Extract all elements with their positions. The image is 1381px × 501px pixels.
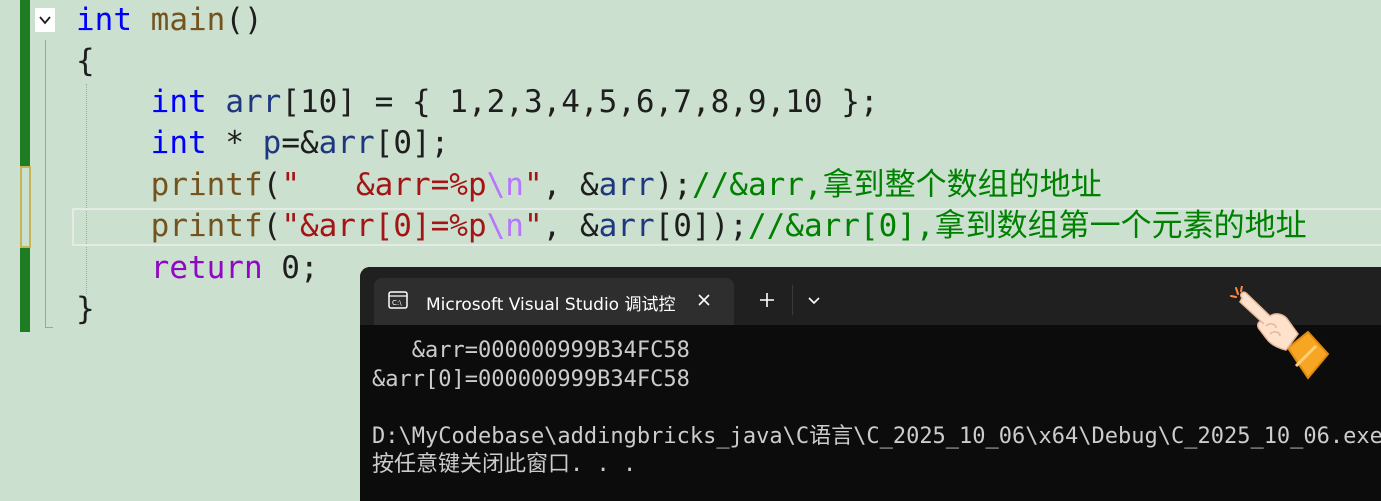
code-token: [0]; [374,125,450,161]
code-line[interactable]: int main() [76,0,263,41]
code-token: "&arr[0]=%p [281,208,487,244]
code-line[interactable]: int arr[10] = { 1,2,3,4,5,6,7,8,9,10 }; [76,82,879,123]
close-icon[interactable] [692,288,716,312]
fold-guide [45,40,46,328]
code-token: () [225,2,263,38]
change-bar-saved-lower [20,248,30,332]
tab-title: Microsoft Visual Studio 调试控 [426,295,676,315]
change-bar-unsaved [20,166,31,248]
chevron-down-icon[interactable] [801,287,827,313]
code-token: , & [542,208,599,244]
output-line: 按任意键关闭此窗口. . . [372,452,637,477]
code-token: arr [598,167,655,203]
debug-console-window[interactable]: C:\ Microsoft Visual Studio 调试控 &arr=000… [360,267,1381,501]
code-line[interactable]: int * p=&arr[0]; [76,123,450,164]
code-token: } [76,291,95,327]
code-token: [0]); [654,208,748,244]
code-token: ); [654,167,692,203]
code-token: ( [262,208,282,244]
pointing-hand-icon [1230,285,1334,386]
code-line[interactable]: printf(" &arr=%p\n", &arr);//&arr,拿到整个数组… [76,165,1102,206]
collapse-toggle-icon[interactable] [35,8,55,32]
code-token: [10] = { 1,2,3,4,5,6,7,8,9,10 }; [281,84,879,120]
code-token: main [150,2,226,38]
code-token: arr [318,125,375,161]
code-token: =& [281,125,319,161]
code-token: \n [486,167,524,203]
titlebar-separator [792,285,793,315]
svg-text:C:\: C:\ [392,299,402,307]
code-token: arr [598,208,655,244]
console-icon: C:\ [388,290,408,310]
code-line[interactable]: printf("&arr[0]=%p\n", &arr[0]);//&arr[0… [76,206,1307,247]
code-token: 0; [262,250,319,286]
code-token: , & [542,167,599,203]
code-token: printf [150,167,263,203]
code-token: //&arr,拿到整个数组的地址 [691,167,1102,203]
code-token: int [150,125,207,161]
code-token: p [262,125,282,161]
terminal-titlebar[interactable]: C:\ Microsoft Visual Studio 调试控 [360,267,1381,325]
code-token: return [150,250,263,286]
code-token: int [76,2,132,38]
code-token: \n [486,208,524,244]
code-token: //&arr[0],拿到数组第一个元素的地址 [747,208,1307,244]
fold-guide-end [45,327,53,328]
code-token: int [150,84,207,120]
code-token: printf [150,208,263,244]
change-bar-saved [20,0,30,166]
code-line[interactable]: { [76,41,95,82]
code-line[interactable]: return 0; [76,248,319,289]
code-token: { [76,43,95,79]
code-token: " [523,208,543,244]
terminal-tab[interactable]: C:\ Microsoft Visual Studio 调试控 [374,278,734,325]
code-token: arr [225,84,282,120]
output-line: D:\MyCodebase\addingbricks_java\C语言\C_20… [372,423,1381,449]
code-token: ( [262,167,282,203]
code-token: * [206,125,263,161]
plus-icon[interactable] [754,287,780,313]
code-token: " &arr=%p [281,167,487,203]
code-token: " [523,167,543,203]
code-line[interactable]: } [76,289,95,330]
